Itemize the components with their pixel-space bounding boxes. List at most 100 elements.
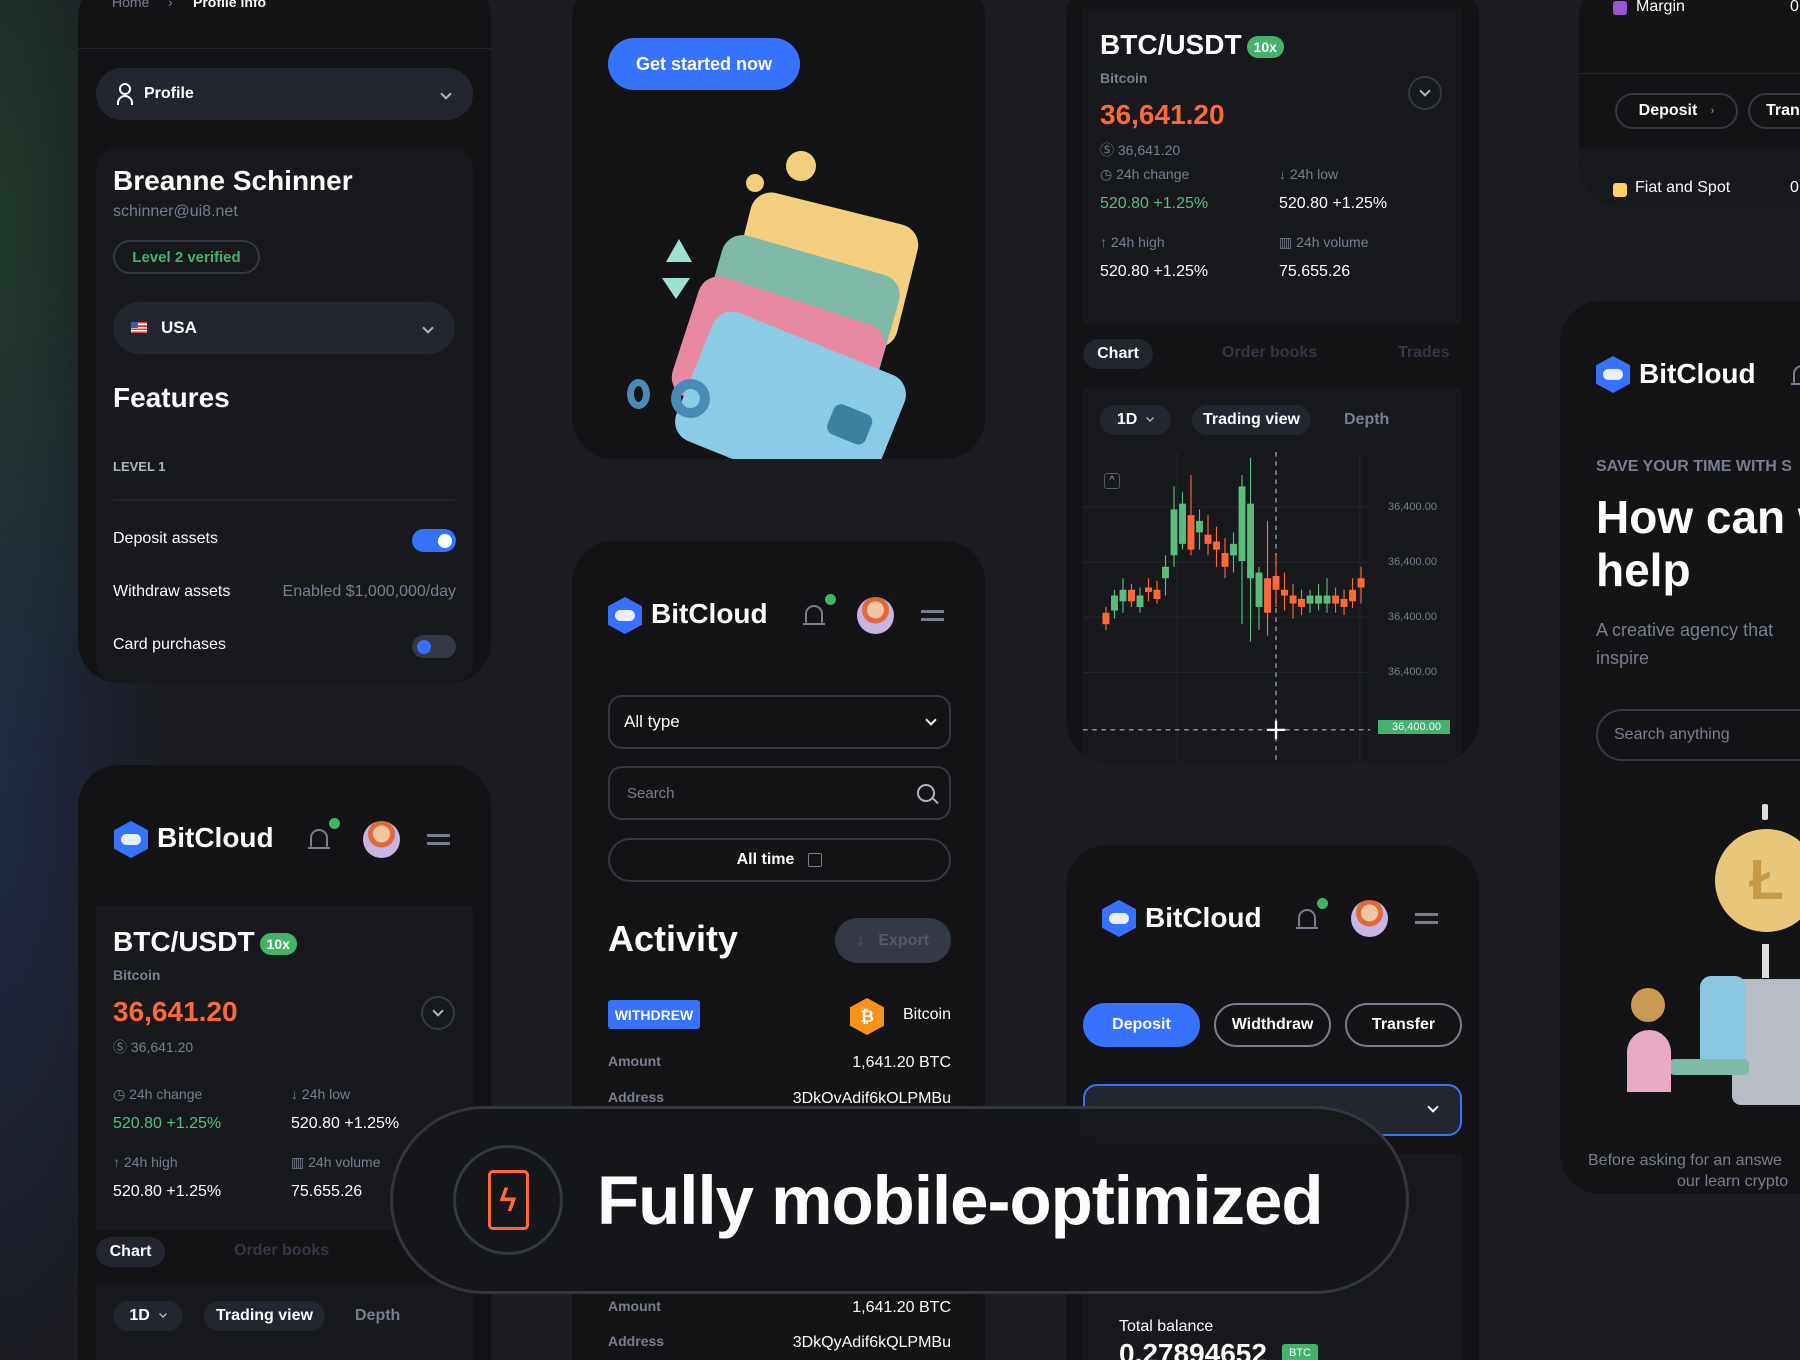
- candlestick-chart[interactable]: [1083, 452, 1461, 762]
- type-select-value: All type: [624, 712, 680, 731]
- address-label: Address: [608, 1333, 665, 1349]
- candle: [1255, 572, 1263, 607]
- time-filter-button[interactable]: All time: [608, 838, 951, 882]
- help-search-input[interactable]: Search anything: [1596, 709, 1800, 761]
- tab-depth[interactable]: Depth: [355, 1307, 400, 1325]
- avatar[interactable]: [363, 821, 400, 858]
- pair-title: BTC/USDT 10x: [113, 926, 297, 958]
- bell-icon[interactable]: [1296, 909, 1318, 929]
- transfer-button[interactable]: Transfer: [1345, 1003, 1462, 1047]
- brand-name[interactable]: BitCloud: [157, 822, 274, 854]
- feature-label: Deposit assets: [113, 530, 218, 547]
- help-footer-text: our learn crypto: [1677, 1173, 1789, 1190]
- candle: [1179, 503, 1186, 544]
- menu-icon[interactable]: [921, 610, 944, 621]
- balance-value: 0.27894652: [1119, 1338, 1267, 1360]
- stat-label: ↑ 24h high: [1100, 234, 1165, 250]
- candle: [1323, 595, 1331, 604]
- divider: [1579, 73, 1800, 74]
- leverage-badge: 10x: [1246, 35, 1284, 58]
- candle: [1247, 503, 1254, 579]
- profile-select-label: Profile: [144, 85, 194, 102]
- menu-icon[interactable]: [427, 834, 450, 845]
- coin-name: Bitcoin: [113, 967, 161, 983]
- card-purchases-toggle[interactable]: [412, 635, 456, 658]
- transfer-button[interactable]: Trans: [1748, 93, 1800, 129]
- tab-trades[interactable]: Trades: [1398, 344, 1450, 362]
- tab-chart[interactable]: Chart: [1083, 339, 1153, 369]
- tab-order-books[interactable]: Order books: [1222, 344, 1317, 362]
- tab-chart[interactable]: Chart: [96, 1237, 165, 1267]
- candle: [1136, 595, 1144, 607]
- profile-card: Home › Profile info Profile Breanne Schi…: [78, 0, 491, 683]
- address-value: 3DkQyAdif6kQLPMBu: [792, 1334, 951, 1351]
- user-email: schinner@ui8.net: [113, 203, 238, 220]
- interval-select[interactable]: 1D: [1100, 405, 1171, 435]
- search-placeholder: Search anything: [1614, 726, 1730, 743]
- profile-select[interactable]: Profile: [96, 68, 473, 120]
- balance-row-value: 0: [1790, 0, 1799, 15]
- stat-label: ◷ 24h change: [1100, 166, 1190, 182]
- address-label: Address: [608, 1089, 665, 1105]
- interval-select[interactable]: 1D: [113, 1301, 183, 1331]
- time-filter-label: All time: [736, 851, 795, 868]
- balance-unit-badge: BTC: [1282, 1344, 1318, 1360]
- candle: [1204, 534, 1212, 544]
- country-label: USA: [161, 318, 197, 337]
- tab-depth[interactable]: Depth: [1344, 411, 1389, 429]
- candle: [1230, 543, 1237, 556]
- download-icon: ↓: [856, 931, 865, 949]
- candle: [1145, 587, 1152, 593]
- brand-name[interactable]: BitCloud: [1145, 902, 1262, 934]
- brand-name[interactable]: BitCloud: [651, 598, 768, 630]
- coin-name: Bitcoin: [902, 1006, 951, 1023]
- candle: [1264, 578, 1271, 613]
- avatar[interactable]: [1351, 900, 1388, 937]
- tab-trading-view[interactable]: Trading view: [1192, 405, 1311, 435]
- bell-icon[interactable]: [803, 605, 825, 625]
- deposit-button[interactable]: Deposit ›: [1615, 93, 1738, 129]
- tab-trading-view[interactable]: Trading view: [204, 1301, 325, 1331]
- help-description: A creative agency that: [1596, 620, 1774, 640]
- expand-button[interactable]: [1408, 76, 1442, 110]
- candle: [1153, 589, 1161, 599]
- candle: [1289, 595, 1297, 604]
- expand-button[interactable]: [421, 996, 455, 1030]
- divider: [78, 48, 491, 49]
- deposit-assets-toggle[interactable]: [412, 529, 456, 552]
- type-select[interactable]: All type: [608, 695, 951, 749]
- search-input[interactable]: Search: [608, 766, 951, 820]
- stat-label: ↓ 24h low: [1279, 166, 1339, 182]
- withdraw-button[interactable]: Widthdraw: [1214, 1003, 1331, 1047]
- avatar[interactable]: [857, 597, 894, 634]
- export-button[interactable]: ↓ Export: [835, 918, 951, 963]
- breadcrumb-home[interactable]: Home: [112, 0, 149, 10]
- help-card: BitCloud SAVE YOUR TIME WITH S How can w…: [1560, 301, 1800, 1194]
- fiat-color-swatch: [1613, 183, 1627, 197]
- notification-dot: [329, 818, 340, 829]
- user-icon: [117, 83, 133, 105]
- trading-chart-card: BTC/USDT 10x Bitcoin 36,641.20 Ⓢ 36,641.2…: [1066, 0, 1479, 762]
- margin-color-swatch: [1613, 1, 1627, 15]
- country-select[interactable]: USA: [113, 302, 455, 354]
- pair-name: BTC/USDT: [113, 926, 255, 957]
- feature-label: Withdraw assets: [113, 583, 231, 600]
- bell-icon[interactable]: [308, 829, 330, 849]
- help-title-line: help: [1596, 544, 1691, 596]
- deposit-button[interactable]: Deposit: [1083, 1003, 1200, 1047]
- price-usd-value: 36,641.20: [1117, 142, 1181, 158]
- us-flag-icon: [131, 322, 147, 333]
- leverage-badge: 10x: [259, 932, 297, 955]
- lightning-phone-icon: ϟ: [453, 1145, 563, 1255]
- support-illustration: Ł: [1560, 795, 1800, 1105]
- candle: [1187, 515, 1195, 550]
- candle: [1281, 589, 1288, 596]
- bell-icon[interactable]: [1791, 365, 1800, 385]
- y-tick-label: 36,400.00: [1388, 611, 1437, 623]
- collapse-icon[interactable]: ^: [1104, 473, 1120, 489]
- brand-name[interactable]: BitCloud: [1639, 358, 1756, 390]
- level-label: LEVEL 1: [113, 459, 166, 474]
- stat-label: ▥ 24h volume: [291, 1154, 381, 1170]
- tab-order-books[interactable]: Order books: [234, 1242, 329, 1260]
- menu-icon[interactable]: [1415, 913, 1438, 924]
